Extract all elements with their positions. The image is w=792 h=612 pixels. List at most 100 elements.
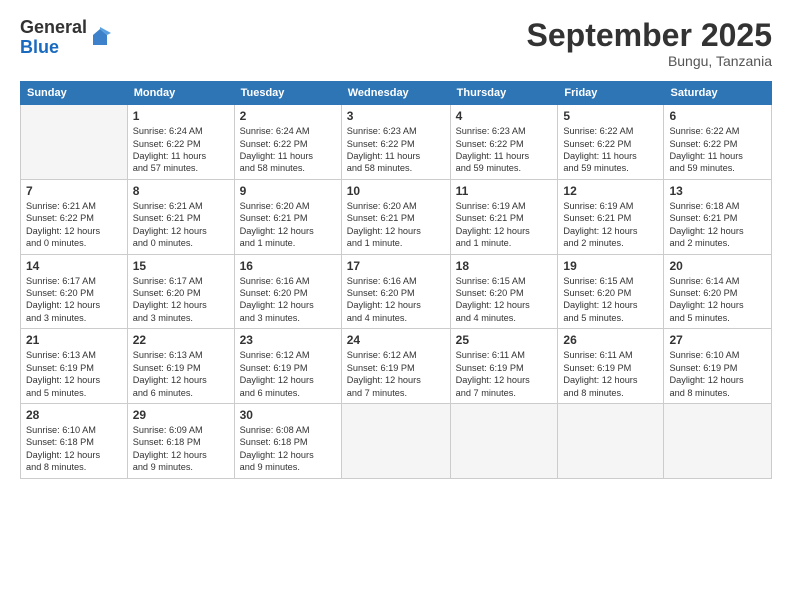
table-row: 2 Sunrise: 6:24 AMSunset: 6:22 PMDaylight… bbox=[234, 105, 341, 180]
day-info: Sunrise: 6:15 AMSunset: 6:20 PMDaylight:… bbox=[456, 275, 553, 325]
table-row bbox=[21, 105, 128, 180]
day-number: 12 bbox=[563, 184, 658, 198]
table-row: 22 Sunrise: 6:13 AMSunset: 6:19 PMDayligh… bbox=[127, 329, 234, 404]
day-info: Sunrise: 6:19 AMSunset: 6:21 PMDaylight:… bbox=[563, 200, 658, 250]
day-info: Sunrise: 6:21 AMSunset: 6:21 PMDaylight:… bbox=[133, 200, 229, 250]
table-row: 5 Sunrise: 6:22 AMSunset: 6:22 PMDaylight… bbox=[558, 105, 664, 180]
calendar-week-row: 28Sunrise: 6:10 AMSunset: 6:18 PMDayligh… bbox=[21, 403, 772, 478]
day-info: Sunrise: 6:19 AMSunset: 6:21 PMDaylight:… bbox=[456, 200, 553, 250]
day-number: 5 bbox=[563, 109, 658, 123]
day-number: 21 bbox=[26, 333, 122, 347]
table-row: 6 Sunrise: 6:22 AMSunset: 6:22 PMDaylight… bbox=[664, 105, 772, 180]
table-row: 27 Sunrise: 6:10 AMSunset: 6:19 PMDayligh… bbox=[664, 329, 772, 404]
table-row: 13 Sunrise: 6:18 AMSunset: 6:21 PMDayligh… bbox=[664, 179, 772, 254]
day-info: Sunrise: 6:13 AMSunset: 6:19 PMDaylight:… bbox=[26, 349, 122, 399]
header: General Blue September 2025 Bungu, Tanza… bbox=[20, 18, 772, 69]
table-row: 17Sunrise: 6:16 AMSunset: 6:20 PMDayligh… bbox=[341, 254, 450, 329]
table-row: 12 Sunrise: 6:19 AMSunset: 6:21 PMDayligh… bbox=[558, 179, 664, 254]
table-row bbox=[558, 403, 664, 478]
day-number: 11 bbox=[456, 184, 553, 198]
table-row bbox=[664, 403, 772, 478]
table-row: 28Sunrise: 6:10 AMSunset: 6:18 PMDayligh… bbox=[21, 403, 128, 478]
day-number: 29 bbox=[133, 408, 229, 422]
day-number: 27 bbox=[669, 333, 766, 347]
day-number: 18 bbox=[456, 259, 553, 273]
day-number: 28 bbox=[26, 408, 122, 422]
day-info: Sunrise: 6:10 AMSunset: 6:19 PMDaylight:… bbox=[669, 349, 766, 399]
col-monday: Monday bbox=[127, 82, 234, 105]
day-info: Sunrise: 6:09 AMSunset: 6:18 PMDaylight:… bbox=[133, 424, 229, 474]
table-row: 9 Sunrise: 6:20 AMSunset: 6:21 PMDaylight… bbox=[234, 179, 341, 254]
col-tuesday: Tuesday bbox=[234, 82, 341, 105]
day-info: Sunrise: 6:12 AMSunset: 6:19 PMDaylight:… bbox=[347, 349, 445, 399]
day-info: Sunrise: 6:13 AMSunset: 6:19 PMDaylight:… bbox=[133, 349, 229, 399]
day-number: 9 bbox=[240, 184, 336, 198]
calendar-table: Sunday Monday Tuesday Wednesday Thursday… bbox=[20, 81, 772, 478]
logo: General Blue bbox=[20, 18, 111, 58]
table-row: 10Sunrise: 6:20 AMSunset: 6:21 PMDayligh… bbox=[341, 179, 450, 254]
calendar-week-row: 14 Sunrise: 6:17 AMSunset: 6:20 PMDayligh… bbox=[21, 254, 772, 329]
day-number: 13 bbox=[669, 184, 766, 198]
day-number: 22 bbox=[133, 333, 229, 347]
day-info: Sunrise: 6:11 AMSunset: 6:19 PMDaylight:… bbox=[563, 349, 658, 399]
day-info: Sunrise: 6:22 AMSunset: 6:22 PMDaylight:… bbox=[563, 125, 658, 175]
day-number: 19 bbox=[563, 259, 658, 273]
day-number: 24 bbox=[347, 333, 445, 347]
table-row: 30 Sunrise: 6:08 AMSunset: 6:18 PMDayligh… bbox=[234, 403, 341, 478]
table-row: 29 Sunrise: 6:09 AMSunset: 6:18 PMDayligh… bbox=[127, 403, 234, 478]
day-number: 8 bbox=[133, 184, 229, 198]
day-number: 3 bbox=[347, 109, 445, 123]
table-row: 11 Sunrise: 6:19 AMSunset: 6:21 PMDayligh… bbox=[450, 179, 558, 254]
day-info: Sunrise: 6:17 AMSunset: 6:20 PMDaylight:… bbox=[26, 275, 122, 325]
col-wednesday: Wednesday bbox=[341, 82, 450, 105]
day-info: Sunrise: 6:16 AMSunset: 6:20 PMDaylight:… bbox=[240, 275, 336, 325]
day-info: Sunrise: 6:24 AMSunset: 6:22 PMDaylight:… bbox=[240, 125, 336, 175]
col-sunday: Sunday bbox=[21, 82, 128, 105]
day-info: Sunrise: 6:22 AMSunset: 6:22 PMDaylight:… bbox=[669, 125, 766, 175]
day-number: 25 bbox=[456, 333, 553, 347]
logo-blue-text: Blue bbox=[20, 38, 87, 58]
page: General Blue September 2025 Bungu, Tanza… bbox=[0, 0, 792, 612]
day-number: 20 bbox=[669, 259, 766, 273]
table-row: 14 Sunrise: 6:17 AMSunset: 6:20 PMDayligh… bbox=[21, 254, 128, 329]
table-row: 7 Sunrise: 6:21 AMSunset: 6:22 PMDaylight… bbox=[21, 179, 128, 254]
day-info: Sunrise: 6:20 AMSunset: 6:21 PMDaylight:… bbox=[240, 200, 336, 250]
table-row bbox=[341, 403, 450, 478]
day-info: Sunrise: 6:18 AMSunset: 6:21 PMDaylight:… bbox=[669, 200, 766, 250]
location-subtitle: Bungu, Tanzania bbox=[527, 53, 772, 69]
table-row: 23 Sunrise: 6:12 AMSunset: 6:19 PMDayligh… bbox=[234, 329, 341, 404]
table-row: 8 Sunrise: 6:21 AMSunset: 6:21 PMDaylight… bbox=[127, 179, 234, 254]
day-number: 23 bbox=[240, 333, 336, 347]
calendar-week-row: 21 Sunrise: 6:13 AMSunset: 6:19 PMDayligh… bbox=[21, 329, 772, 404]
day-info: Sunrise: 6:23 AMSunset: 6:22 PMDaylight:… bbox=[347, 125, 445, 175]
day-info: Sunrise: 6:15 AMSunset: 6:20 PMDaylight:… bbox=[563, 275, 658, 325]
table-row: 1 Sunrise: 6:24 AMSunset: 6:22 PMDaylight… bbox=[127, 105, 234, 180]
day-number: 7 bbox=[26, 184, 122, 198]
day-info: Sunrise: 6:24 AMSunset: 6:22 PMDaylight:… bbox=[133, 125, 229, 175]
logo-icon bbox=[89, 27, 111, 49]
table-row bbox=[450, 403, 558, 478]
day-number: 6 bbox=[669, 109, 766, 123]
day-info: Sunrise: 6:12 AMSunset: 6:19 PMDaylight:… bbox=[240, 349, 336, 399]
day-number: 14 bbox=[26, 259, 122, 273]
table-row: 21 Sunrise: 6:13 AMSunset: 6:19 PMDayligh… bbox=[21, 329, 128, 404]
day-number: 2 bbox=[240, 109, 336, 123]
col-saturday: Saturday bbox=[664, 82, 772, 105]
day-number: 26 bbox=[563, 333, 658, 347]
day-info: Sunrise: 6:08 AMSunset: 6:18 PMDaylight:… bbox=[240, 424, 336, 474]
table-row: 26 Sunrise: 6:11 AMSunset: 6:19 PMDayligh… bbox=[558, 329, 664, 404]
table-row: 16Sunrise: 6:16 AMSunset: 6:20 PMDayligh… bbox=[234, 254, 341, 329]
day-number: 1 bbox=[133, 109, 229, 123]
table-row: 15Sunrise: 6:17 AMSunset: 6:20 PMDayligh… bbox=[127, 254, 234, 329]
day-info: Sunrise: 6:11 AMSunset: 6:19 PMDaylight:… bbox=[456, 349, 553, 399]
calendar-week-row: 7 Sunrise: 6:21 AMSunset: 6:22 PMDaylight… bbox=[21, 179, 772, 254]
day-number: 30 bbox=[240, 408, 336, 422]
col-thursday: Thursday bbox=[450, 82, 558, 105]
day-info: Sunrise: 6:21 AMSunset: 6:22 PMDaylight:… bbox=[26, 200, 122, 250]
day-info: Sunrise: 6:23 AMSunset: 6:22 PMDaylight:… bbox=[456, 125, 553, 175]
day-number: 15 bbox=[133, 259, 229, 273]
col-friday: Friday bbox=[558, 82, 664, 105]
header-row: Sunday Monday Tuesday Wednesday Thursday… bbox=[21, 82, 772, 105]
day-info: Sunrise: 6:20 AMSunset: 6:21 PMDaylight:… bbox=[347, 200, 445, 250]
month-title: September 2025 bbox=[527, 18, 772, 53]
